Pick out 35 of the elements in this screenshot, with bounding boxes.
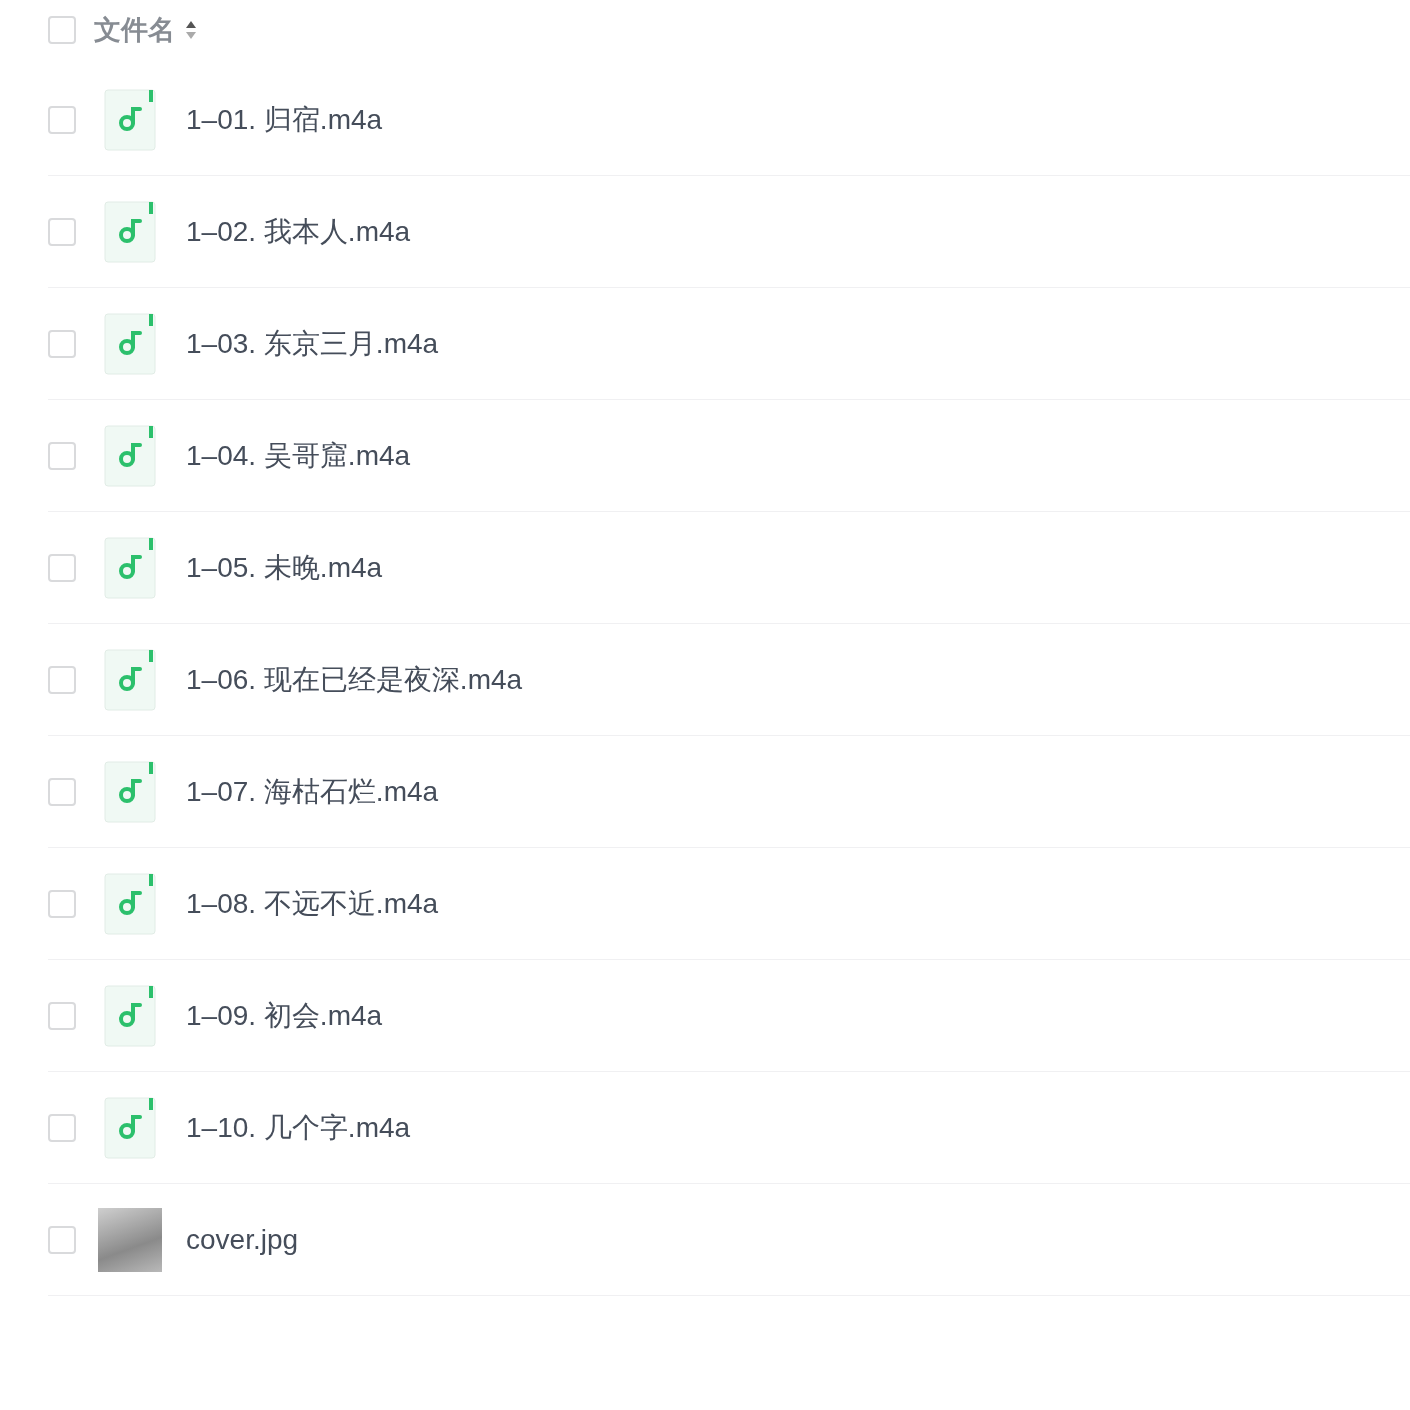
file-name[interactable]: 1–01. 归宿.m4a	[186, 100, 383, 139]
music-file-icon	[104, 312, 156, 375]
sort-icon[interactable]	[185, 19, 197, 41]
file-name[interactable]: 1–07. 海枯石烂.m4a	[186, 772, 439, 811]
row-checkbox[interactable]	[48, 329, 76, 358]
file-name[interactable]: 1–03. 东京三月.m4a	[186, 324, 439, 363]
music-file-icon	[104, 88, 156, 151]
row-checkbox[interactable]	[48, 105, 76, 134]
file-name[interactable]: 1–05. 未晚.m4a	[186, 548, 383, 587]
row-checkbox[interactable]	[48, 1113, 76, 1142]
row-checkbox[interactable]	[48, 777, 76, 806]
row-checkbox[interactable]	[48, 889, 76, 918]
row-checkbox[interactable]	[48, 665, 76, 694]
music-file-icon	[104, 760, 156, 823]
file-name[interactable]: 1–08. 不远不近.m4a	[186, 884, 439, 923]
music-file-icon	[104, 1096, 156, 1159]
file-name[interactable]: 1–06. 现在已经是夜深.m4a	[186, 660, 523, 699]
select-all-checkbox[interactable]	[48, 16, 76, 44]
music-file-icon	[104, 536, 156, 599]
file-name[interactable]: cover.jpg	[186, 1223, 299, 1256]
row-checkbox[interactable]	[48, 1001, 76, 1030]
music-file-icon	[104, 648, 156, 711]
file-name[interactable]: 1–09. 初会.m4a	[186, 996, 383, 1035]
file-name[interactable]: 1–02. 我本人.m4a	[186, 212, 411, 251]
music-file-icon	[104, 424, 156, 487]
row-checkbox[interactable]	[48, 441, 76, 470]
file-name[interactable]: 1–10. 几个字.m4a	[186, 1108, 411, 1147]
row-checkbox[interactable]	[48, 553, 76, 582]
photo-placeholder	[98, 1207, 162, 1272]
row-checkbox[interactable]	[48, 217, 76, 246]
music-file-icon	[104, 872, 156, 935]
row-checkbox[interactable]	[48, 1225, 76, 1254]
music-file-icon	[104, 200, 156, 263]
file-name[interactable]: 1–04. 吴哥窟.m4a	[186, 436, 411, 475]
music-file-icon	[104, 984, 156, 1047]
